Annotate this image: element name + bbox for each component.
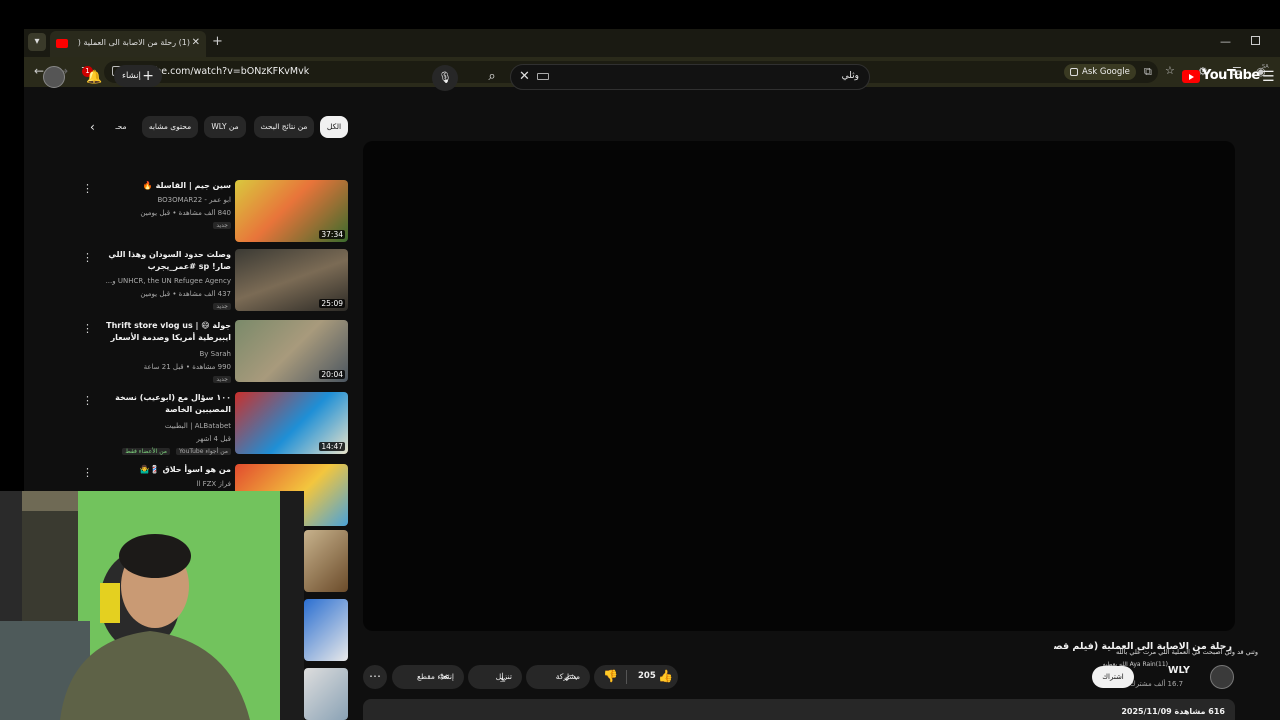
duration-badge: 20:04	[319, 370, 345, 379]
star-icon[interactable]: ☆	[1165, 64, 1175, 77]
tab-bar: ▾ (1) رحلة من الاصابة الى العملية ( ✕ + …	[24, 29, 1280, 57]
logo-text: YouTube	[1202, 68, 1260, 83]
thumbnail[interactable]	[304, 530, 348, 592]
topic-badge: من أجواء YouTube	[176, 448, 231, 455]
menu-icon[interactable]: ☰	[1262, 69, 1275, 85]
channel-name[interactable]: WLY	[1168, 665, 1190, 676]
chip-search-results[interactable]: من نتائج البحث	[254, 116, 314, 138]
browser-tab[interactable]: (1) رحلة من الاصابة الى العملية ( ✕	[50, 31, 206, 57]
thumbnail[interactable]: 25:09	[235, 249, 348, 311]
video-player[interactable]	[363, 141, 1235, 631]
subscribe-button[interactable]: اشتراك	[1092, 666, 1134, 688]
video-title[interactable]: جولة 😄 | Thrift store vlog us ايبيرطية أ…	[93, 320, 231, 344]
video-meta: 840 ألف مشاهدة • قبل يومين	[140, 209, 231, 217]
chevron-left-icon[interactable]: ‹	[90, 120, 95, 134]
keyboard-icon[interactable]	[537, 73, 549, 80]
share-icon: ⤺	[564, 670, 577, 684]
bell-icon[interactable]: 🔔	[86, 70, 102, 85]
create-label: إنشاء	[122, 71, 141, 81]
chip-from-wly[interactable]: من WLY	[204, 116, 246, 138]
new-badge: جديد	[213, 222, 231, 229]
channel-avatar[interactable]	[1210, 665, 1234, 689]
search-value[interactable]: وثلي	[842, 71, 859, 81]
thumbs-down-icon[interactable]: 👎	[603, 669, 618, 683]
more-vert-icon[interactable]: ⋮	[82, 251, 93, 264]
video-meta: 437 ألف مشاهدة • قبل يومين	[140, 290, 231, 298]
video-title[interactable]: ١٠٠ سؤال مع (ابوعيب) نسخة المصيبين الخاص…	[93, 392, 231, 416]
chip-related-partial[interactable]: محـ	[110, 116, 132, 138]
thumbs-up-icon[interactable]: 👍	[658, 669, 673, 683]
avatar[interactable]	[43, 66, 65, 88]
thumbnail[interactable]	[304, 599, 348, 661]
tab-title: (1) رحلة من الاصابة الى العملية (	[77, 38, 190, 47]
youtube-play-icon	[1182, 70, 1200, 83]
webcam-overlay	[0, 491, 304, 720]
duration-badge: 25:09	[319, 299, 345, 308]
download-button[interactable]: تنزيل ⤓	[468, 665, 522, 689]
divider	[626, 670, 627, 684]
ask-google-button[interactable]: Ask Google	[1064, 64, 1136, 80]
video-meta: 990 مشاهدة • قبل 21 ساعة	[143, 363, 231, 371]
description-box[interactable]: 616 مشاهدة 2025/11/09	[363, 699, 1235, 720]
chip-all[interactable]: الكل	[320, 116, 348, 138]
video-meta: قبل 4 أشهر	[196, 435, 231, 443]
share-button[interactable]: مشاركة ⤺	[526, 665, 590, 689]
plus-icon[interactable]: +	[212, 34, 223, 49]
channel-name[interactable]: UNHCR, the UN Refugee Agency و...	[81, 277, 231, 285]
video-title[interactable]: من هو اسوأ حلاق 💈🤷‍♂️	[93, 464, 231, 476]
mic-icon[interactable]: 🎙	[432, 65, 458, 91]
create-button[interactable]: إنشاء +	[114, 65, 162, 87]
minimize-icon[interactable]: —	[1220, 35, 1231, 48]
tab-list-icon[interactable]: ▾	[28, 33, 46, 51]
maximize-icon[interactable]	[1251, 36, 1260, 45]
search-icon[interactable]: ⌕	[472, 64, 512, 90]
list-item[interactable]: ⋮ سين جيم | القاسلة 🔥 ابو عمر - BO3OMAR2…	[82, 180, 348, 244]
more-vert-icon[interactable]: ⋮	[82, 466, 93, 479]
more-vert-icon[interactable]: ⋮	[82, 182, 93, 195]
list-item[interactable]: ⋮ ١٠٠ سؤال مع (ابوعيب) نسخة المصيبين الخ…	[82, 392, 348, 462]
scissors-icon: ✂	[440, 670, 451, 684]
duration-badge: 37:34	[319, 230, 345, 239]
search-input[interactable]: ✕ وثلي	[510, 64, 870, 90]
chip-similar[interactable]: محتوى مشابه	[142, 116, 198, 138]
subscriber-count: 16.7 ألف مشترك	[1130, 680, 1184, 688]
clip-button[interactable]: إنشاء مقطع ✂	[392, 665, 464, 689]
close-icon[interactable]: ✕	[192, 37, 200, 48]
thumbnail[interactable]: 20:04	[235, 320, 348, 382]
thumbnail[interactable]: 37:34	[235, 180, 348, 242]
new-badge: جديد	[213, 376, 231, 383]
thumbnail[interactable]: 14:47	[235, 392, 348, 454]
channel-name[interactable]: ابو عمر - BO3OMAR22	[81, 196, 231, 204]
plus-icon: +	[142, 68, 154, 84]
more-vert-icon[interactable]: ⋮	[82, 322, 93, 335]
overlay-caption: وثني قد ولي اصبحت في العملية اللي مرت عل…	[1115, 648, 1258, 656]
more-horiz-icon[interactable]: ⋯	[363, 665, 387, 689]
like-count[interactable]: 205	[638, 671, 656, 681]
like-dislike-group: 👍 205 👎	[594, 665, 678, 689]
clear-icon[interactable]: ✕	[519, 69, 530, 84]
ask-google-label: Ask Google	[1082, 67, 1130, 77]
channel-name[interactable]: فراز ll FZX	[81, 480, 232, 488]
thumbnail[interactable]	[304, 668, 348, 720]
video-title[interactable]: سين جيم | القاسلة 🔥	[93, 180, 231, 192]
lens-icon	[1070, 68, 1078, 76]
video-title[interactable]: وصلت حدود السودان وهذا اللي صار! sp #عمر…	[101, 249, 231, 273]
members-badge: من الأعضاء فقط	[122, 448, 170, 455]
list-item[interactable]: ⋮ وصلت حدود السودان وهذا اللي صار! sp #ع…	[82, 249, 348, 313]
youtube-favicon	[56, 39, 68, 48]
channel-name[interactable]: ALBatabet | البطبيت	[81, 422, 231, 430]
duration-badge: 14:47	[319, 442, 345, 451]
download-icon: ⤓	[500, 670, 506, 684]
views-date: 616 مشاهدة 2025/11/09	[1121, 707, 1225, 716]
install-icon[interactable]: ⧉	[1144, 65, 1152, 79]
channel-name[interactable]: By Sarah	[81, 350, 231, 358]
webcam-feed	[0, 491, 304, 720]
new-badge: جديد	[213, 303, 231, 310]
more-vert-icon[interactable]: ⋮	[82, 394, 93, 407]
list-item[interactable]: ⋮ جولة 😄 | Thrift store vlog us ايبيرطية…	[82, 320, 348, 384]
